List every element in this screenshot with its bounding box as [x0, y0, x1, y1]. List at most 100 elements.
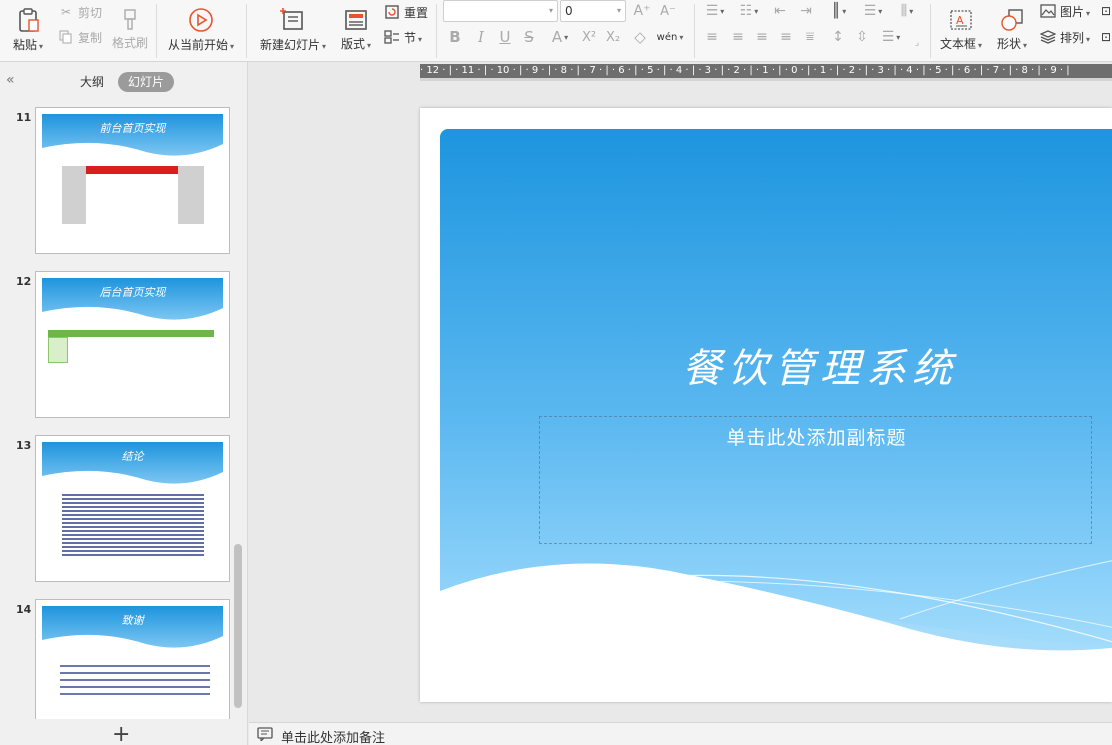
notes-placeholder[interactable]: 单击此处添加备注	[281, 727, 385, 745]
thumbnail-title: 致谢	[121, 614, 144, 627]
superscript-icon[interactable]: X²	[580, 27, 598, 47]
textbox-icon: A	[948, 8, 974, 32]
font-size-value: 0	[565, 4, 573, 18]
increase-font-icon[interactable]: A⁺	[632, 1, 652, 21]
paste-button[interactable]: 粘贴 ▾	[8, 2, 48, 58]
slide-thumbnail-item[interactable]: 13 结论	[0, 435, 248, 585]
notes-icon	[257, 727, 273, 744]
copy-icon	[56, 27, 76, 47]
bullet-list-icon[interactable]: ☰ ▾	[702, 1, 728, 21]
reset-label: 重置	[404, 5, 429, 20]
numbered-list-icon[interactable]: ☷ ▾	[736, 1, 762, 21]
svg-text:A: A	[956, 14, 964, 27]
slide-panel: « 大纲 幻灯片 11 前台首页实现 12 后台首页实现 13 结论 14 致谢…	[0, 62, 248, 745]
ribbon-divider	[246, 4, 247, 58]
play-from-current-button[interactable]: 从当前开始 ▾	[164, 2, 238, 58]
thumbnail-text-body	[62, 492, 204, 558]
copy-button[interactable]: 复制	[56, 27, 102, 47]
picture-button[interactable]: 图片 ▾	[1038, 1, 1090, 21]
line-spacing-icon[interactable]: ↕	[828, 27, 848, 47]
new-slide-icon	[280, 7, 306, 33]
panel-scrollbar[interactable]	[234, 544, 242, 708]
align-text-icon[interactable]: ☰ ▾	[860, 1, 886, 21]
distribute-icon[interactable]: ⩸	[800, 27, 820, 47]
slide-number: 12	[16, 275, 32, 288]
more-tools-icon[interactable]: ⊡	[1100, 27, 1112, 47]
strikethrough-icon[interactable]: S	[520, 27, 538, 47]
reset-button[interactable]: 重置	[382, 2, 428, 22]
scissors-icon: ✂	[60, 5, 72, 19]
slide-thumbnail-item[interactable]: 12 后台首页实现	[0, 271, 248, 421]
eraser-icon[interactable]: ◇	[630, 27, 650, 47]
format-painter-button[interactable]: 格式刷	[110, 2, 150, 58]
subtitle-placeholder[interactable]: 单击此处添加副标题	[540, 423, 1093, 450]
align-center-icon[interactable]: ≡	[728, 27, 748, 47]
slide-thumbnail-item[interactable]: 14 致谢	[0, 599, 248, 719]
tab-slides[interactable]: 幻灯片	[118, 72, 174, 92]
font-family-select[interactable]: ▾	[443, 0, 558, 22]
ribbon-divider	[436, 4, 437, 58]
new-slide-label: 新建幻灯片 ▾	[259, 38, 327, 52]
tab-outline[interactable]: 大纲	[74, 72, 110, 92]
play-from-current-label: 从当前开始 ▾	[167, 38, 235, 52]
layout-button[interactable]: 版式 ▾	[336, 2, 376, 58]
current-slide[interactable]: 餐饮管理系统 单击此处添加副标题	[420, 108, 1112, 702]
thumbnail-title: 前台首页实现	[99, 122, 166, 135]
font-size-select[interactable]: 0 ▾	[560, 0, 626, 22]
copy-label: 复制	[78, 30, 103, 45]
new-slide-button[interactable]: 新建幻灯片 ▾	[256, 2, 330, 58]
ribbon-divider	[156, 4, 157, 58]
subscript-icon[interactable]: X₂	[604, 27, 622, 47]
expand-paragraph-icon[interactable]: ⌟	[912, 38, 922, 48]
italic-icon[interactable]: I	[472, 27, 490, 47]
thumbnail-screenshot	[48, 330, 214, 337]
arrange-label: 排列 ▾	[1060, 30, 1091, 45]
decrease-indent-icon[interactable]: ⇤	[770, 1, 790, 21]
play-icon	[188, 7, 214, 33]
align-left-icon[interactable]: ≡	[702, 27, 722, 47]
picture-label: 图片 ▾	[1060, 4, 1091, 19]
notes-bar[interactable]: 单击此处添加备注	[249, 722, 1112, 745]
section-icon	[382, 27, 402, 47]
shape-button[interactable]: 形状 ▾	[992, 2, 1032, 58]
collapse-panel-icon[interactable]: «	[6, 72, 15, 88]
shape-label: 形状 ▾	[996, 37, 1028, 51]
section-button[interactable]: 节 ▾	[382, 27, 422, 47]
arrange-button[interactable]: 排列 ▾	[1038, 27, 1090, 47]
slide-thumbnail[interactable]: 结论	[35, 435, 230, 582]
horizontal-ruler: · 12 · | · 11 · | · 10 · | · 9 · | · 8 ·…	[420, 64, 1112, 78]
justify-icon[interactable]: ≡	[776, 27, 796, 47]
pinyin-guide-icon[interactable]: wén ▾	[656, 25, 684, 49]
underline-icon[interactable]: U	[496, 27, 514, 47]
slide-thumbnail[interactable]: 前台首页实现	[35, 107, 230, 254]
add-slide-icon[interactable]: +	[112, 722, 130, 745]
increase-indent-icon[interactable]: ⇥	[796, 1, 816, 21]
text-columns-icon[interactable]: ⫼ ▾	[894, 1, 920, 21]
section-label: 节 ▾	[404, 30, 423, 45]
shape-icon	[999, 8, 1025, 32]
subtitle-placeholder-box[interactable]: 单击此处添加副标题	[539, 416, 1092, 544]
bold-icon[interactable]: B	[446, 27, 464, 47]
slide-thumbnail[interactable]: 后台首页实现	[35, 271, 230, 418]
slide-thumbnail[interactable]: 致谢	[35, 599, 230, 719]
reset-icon	[382, 2, 402, 22]
more-tools-icon[interactable]: ⊡	[1100, 1, 1112, 21]
textbox-button[interactable]: A 文本框 ▾	[936, 2, 986, 58]
align-right-icon[interactable]: ≡	[752, 27, 772, 47]
cut-button[interactable]: ✂ 剪切	[56, 2, 102, 22]
decrease-font-icon[interactable]: A⁻	[658, 1, 678, 21]
paragraph-spacing-icon[interactable]: ⇳	[852, 27, 872, 47]
ribbon-divider	[694, 4, 695, 58]
layout-icon	[344, 8, 368, 32]
slide-title[interactable]: 餐饮管理系统	[440, 336, 1112, 394]
text-direction-icon[interactable]: ║ ▾	[826, 1, 852, 21]
cut-label: 剪切	[78, 5, 103, 20]
slide-thumbnail-item[interactable]: 11 前台首页实现	[0, 107, 248, 257]
layers-icon	[1038, 27, 1058, 47]
font-color-icon[interactable]: A ▾	[546, 27, 574, 47]
picture-icon	[1038, 1, 1058, 21]
slide-number: 14	[16, 603, 32, 616]
paragraph-settings-icon[interactable]: ☰ ▾	[878, 27, 904, 47]
clipboard-icon	[15, 7, 41, 33]
thumbnail-title: 结论	[121, 450, 144, 463]
